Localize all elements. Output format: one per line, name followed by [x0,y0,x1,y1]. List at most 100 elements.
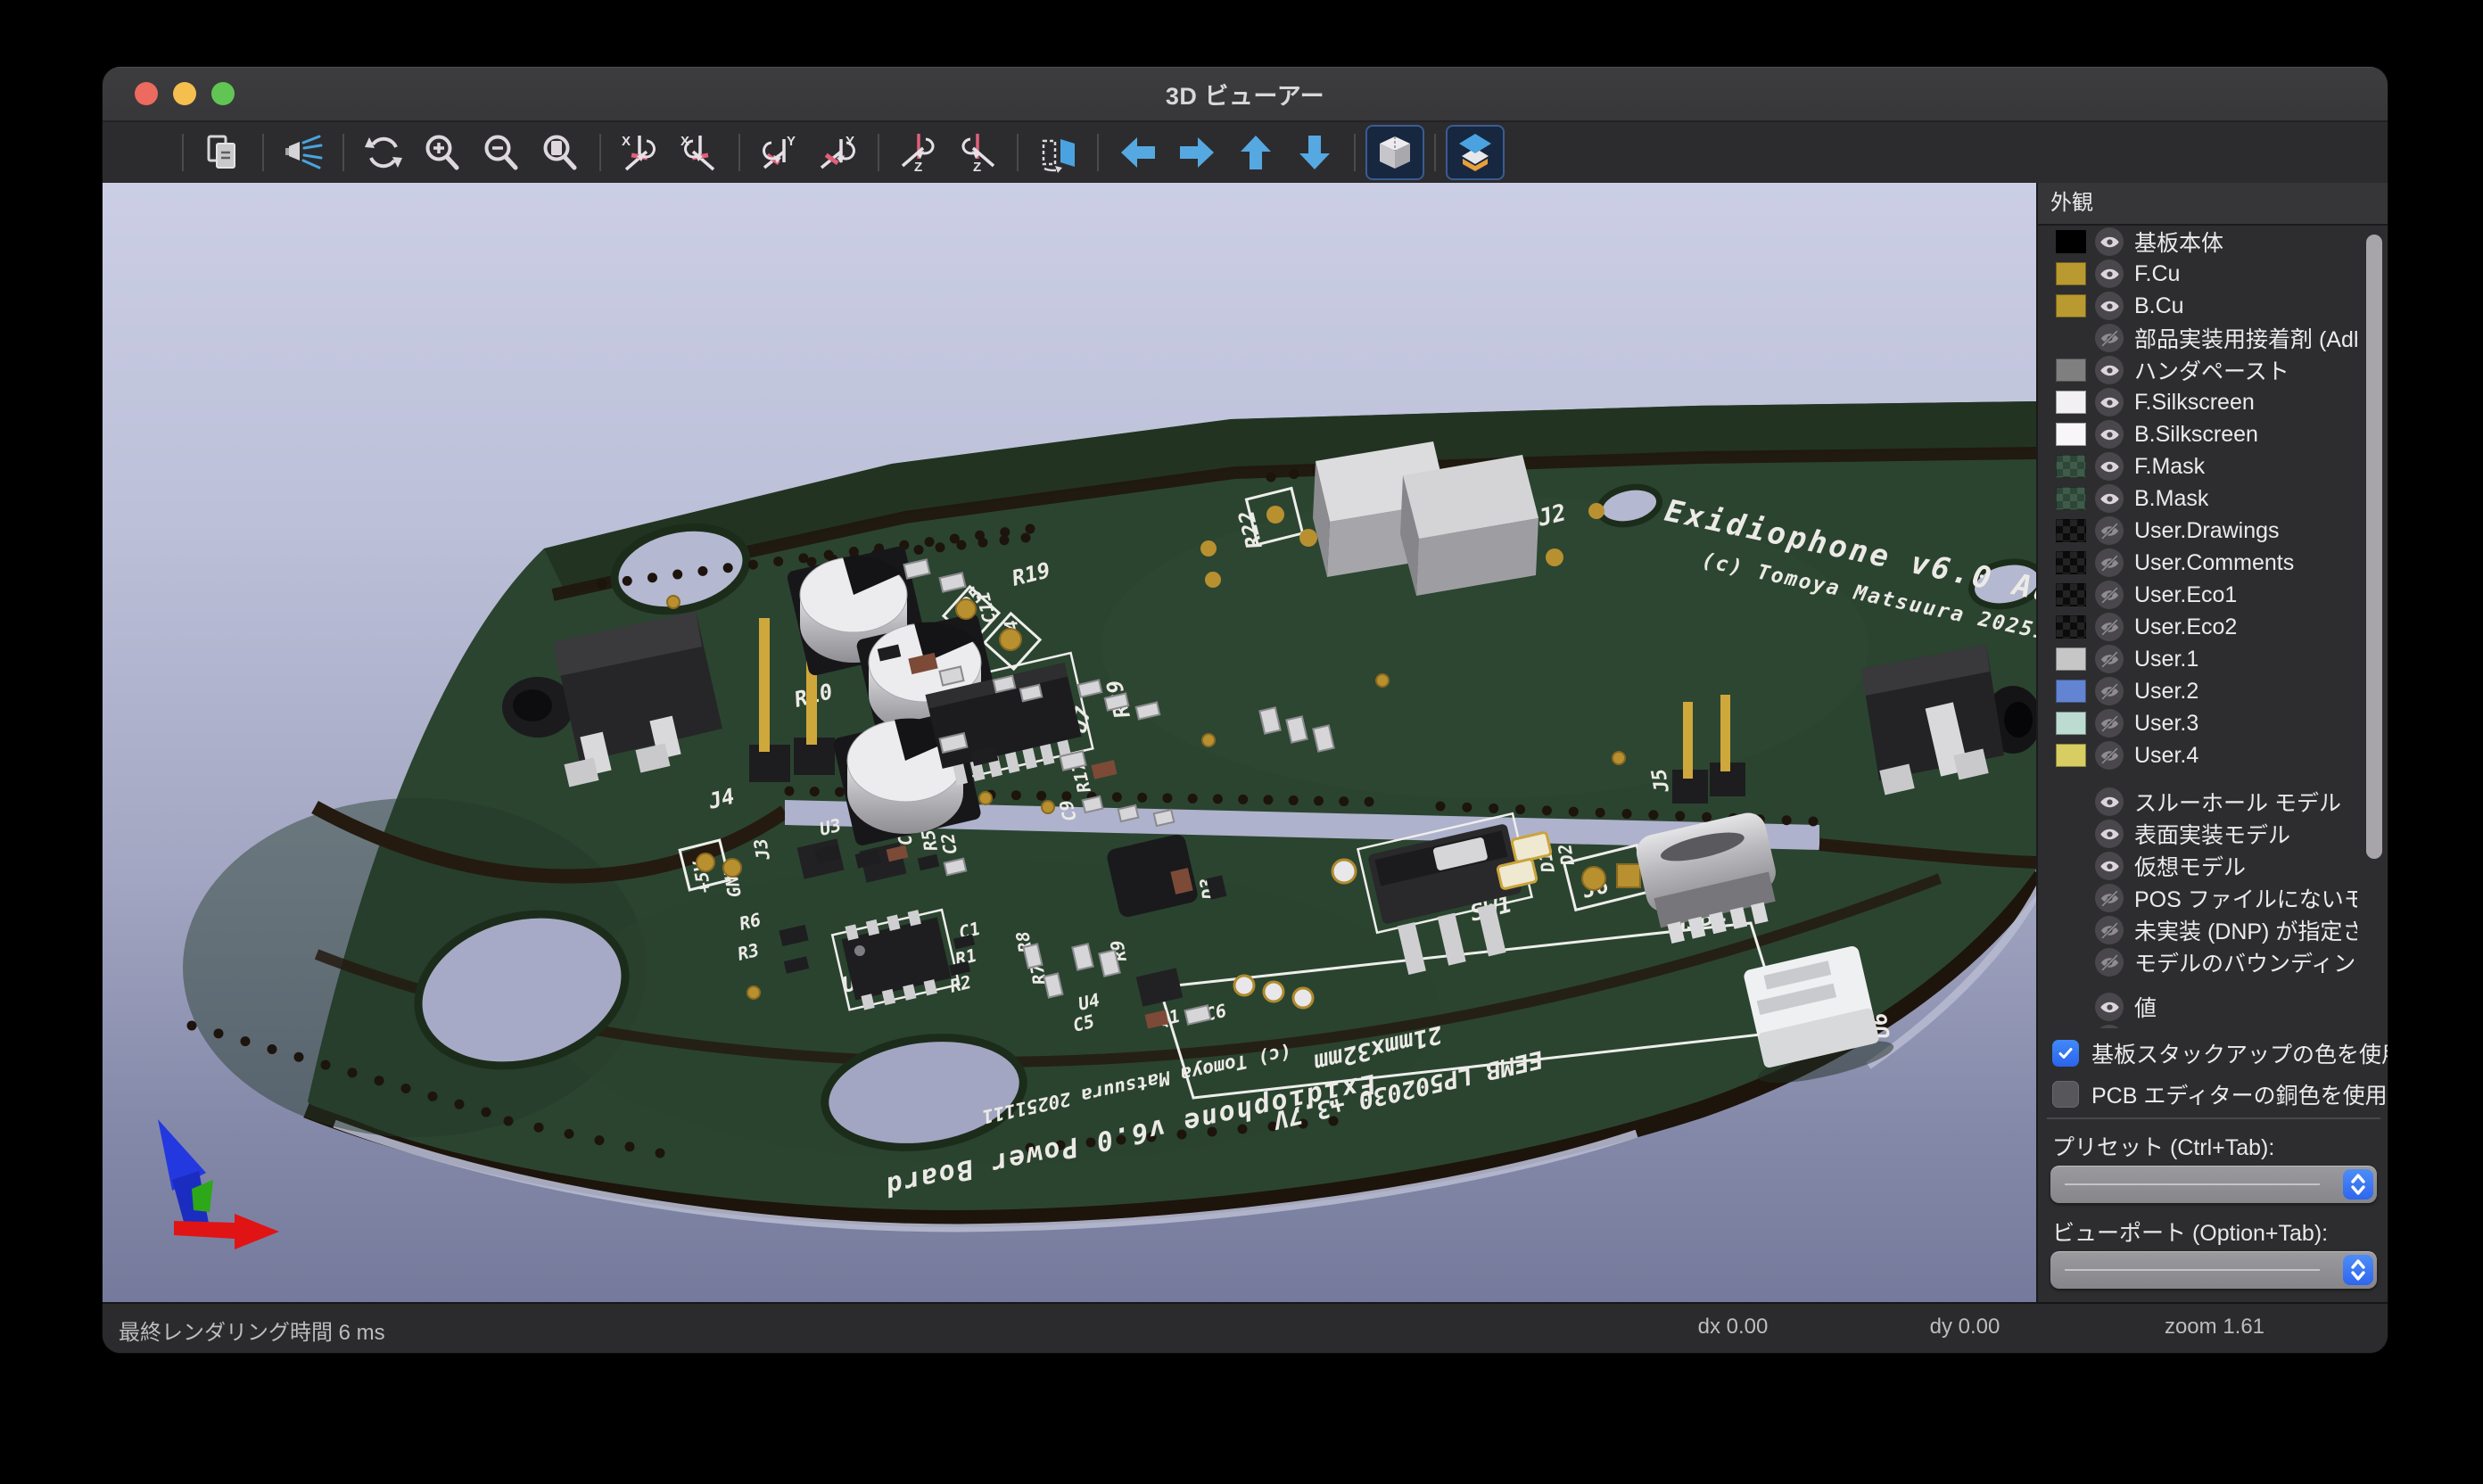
model-row[interactable]: 仮想モデル [2038,850,2388,882]
visibility-eye-off-icon[interactable] [2095,916,2124,944]
move-right-button[interactable] [1169,127,1225,178]
layer-color-swatch[interactable] [2056,455,2086,478]
visibility-eye-off-icon[interactable] [2095,324,2124,352]
layer-color-swatch[interactable] [2056,615,2086,639]
layer-color-swatch[interactable] [2056,647,2086,671]
layer-row[interactable]: F.Silkscreen [2038,386,2388,418]
model-row[interactable]: 未実装 (DNP) が指定さ [2038,914,2388,946]
layer-list: 基板本体F.CuB.Cu部品実装用接着剤 (AdhハンダペーストF.Silksc… [2038,226,2388,1028]
layer-color-swatch[interactable] [2056,487,2086,510]
model-row[interactable]: スルーホール モデル [2038,786,2388,818]
visibility-eye-icon[interactable] [2095,1025,2124,1028]
visibility-eye-icon[interactable] [2095,484,2124,513]
layer-row[interactable]: B.Mask [2038,482,2388,515]
layer-row[interactable]: User.Drawings [2038,515,2388,547]
zoom-in-button[interactable] [415,127,470,178]
layer-color-swatch[interactable] [2056,423,2086,446]
layer-list-scrollbar[interactable] [2366,235,2382,859]
rotate-y-ccw-button[interactable]: Y [811,127,866,178]
visibility-eye-off-icon[interactable] [2095,948,2124,977]
layer-row[interactable]: User.3 [2038,707,2388,739]
layer-row[interactable]: User.2 [2038,675,2388,707]
visibility-eye-icon[interactable] [2095,356,2124,384]
layer-color-swatch[interactable] [2056,230,2086,253]
layer-color-swatch[interactable] [2056,712,2086,735]
traffic-lights [135,82,235,105]
appearance-panel-toggle[interactable] [1448,127,1503,178]
export-image-button[interactable] [115,127,170,178]
layer-color-swatch[interactable] [2056,359,2086,382]
layer-color-swatch[interactable] [2056,294,2086,317]
layer-row[interactable]: B.Cu [2038,290,2388,322]
visibility-eye-icon[interactable] [2095,260,2124,288]
move-down-button[interactable] [1287,127,1342,178]
model-row[interactable]: 表面実装モデル [2038,818,2388,850]
model-row[interactable]: モデルのバウンディング [2038,946,2388,978]
layer-color-swatch[interactable] [2056,744,2086,767]
viewport-select[interactable] [2050,1251,2377,1289]
rotate-x-cw-button[interactable]: X [613,127,668,178]
zoom-out-button[interactable] [474,127,529,178]
rotate-x-ccw-button[interactable]: X [672,127,727,178]
ortho-projection-toggle[interactable] [1367,127,1423,178]
visibility-eye-icon[interactable] [2095,452,2124,481]
visibility-eye-off-icon[interactable] [2095,613,2124,641]
visibility-eye-icon[interactable] [2095,993,2124,1021]
move-up-button[interactable] [1228,127,1283,178]
layer-row[interactable]: User.4 [2038,739,2388,771]
preset-select[interactable] [2050,1166,2377,1203]
use-stackup-colors-checkbox[interactable] [2052,1040,2079,1067]
visibility-eye-icon[interactable] [2095,820,2124,848]
visibility-eye-icon[interactable] [2095,787,2124,816]
layer-row[interactable]: User.Eco2 [2038,611,2388,643]
visibility-eye-off-icon[interactable] [2095,548,2124,577]
copy-image-button[interactable] [195,127,251,178]
visibility-eye-icon[interactable] [2095,292,2124,320]
rotate-y-cw-button[interactable]: Y [752,127,807,178]
layer-row[interactable]: F.Cu [2038,258,2388,290]
layer-row[interactable]: 部品実装用接着剤 (Adh [2038,322,2388,354]
rotate-z-ccw-button[interactable]: Z [950,127,1005,178]
layer-row[interactable]: User.Comments [2038,547,2388,579]
raytracing-button[interactable] [276,127,331,178]
flip-board-button[interactable] [1030,127,1085,178]
layer-color-swatch[interactable] [2056,391,2086,414]
layer-row[interactable]: F.Mask [2038,450,2388,482]
visibility-eye-off-icon[interactable] [2095,741,2124,770]
layer-color-swatch[interactable] [2056,583,2086,606]
move-left-button[interactable] [1110,127,1166,178]
visibility-eye-off-icon[interactable] [2095,581,2124,609]
stepper-icon[interactable] [2343,1169,2373,1200]
zoom-window-button[interactable] [211,82,235,105]
layer-row[interactable]: 基板本体 [2038,226,2388,258]
layer-color-swatch[interactable] [2056,680,2086,703]
value-row[interactable]: 値 [2038,991,2388,1023]
zoom-fit-button[interactable] [532,127,588,178]
visibility-eye-icon[interactable] [2095,388,2124,416]
visibility-eye-off-icon[interactable] [2095,884,2124,912]
layer-color-swatch[interactable] [2056,551,2086,574]
layer-row[interactable]: B.Silkscreen [2038,418,2388,450]
rotate-z-cw-button[interactable]: Z [891,127,946,178]
visibility-eye-off-icon[interactable] [2095,645,2124,673]
visibility-eye-off-icon[interactable] [2095,516,2124,545]
3d-viewport[interactable]: Exidiophone v6.0 Audio Board (c) Tomoya … [103,183,2036,1304]
visibility-eye-icon[interactable] [2095,227,2124,256]
use-pcb-copper-color-checkbox[interactable] [2052,1081,2079,1108]
close-window-button[interactable] [135,82,158,105]
visibility-eye-off-icon[interactable] [2095,677,2124,705]
stepper-icon[interactable] [2343,1255,2373,1285]
layer-color-swatch[interactable] [2056,262,2086,285]
layer-color-swatch[interactable] [2056,519,2086,542]
visibility-eye-off-icon[interactable] [2095,709,2124,738]
visibility-eye-icon[interactable] [2095,852,2124,880]
layer-row[interactable]: User.Eco1 [2038,579,2388,611]
toolbar-separator [1434,134,1436,171]
layer-row[interactable]: User.1 [2038,643,2388,675]
visibility-eye-icon[interactable] [2095,420,2124,449]
clipped-row[interactable] [2038,1023,2388,1028]
layer-row[interactable]: ハンダペースト [2038,354,2388,386]
minimize-window-button[interactable] [173,82,196,105]
model-row[interactable]: POS ファイルにないモデ [2038,882,2388,914]
redraw-button[interactable] [356,127,411,178]
